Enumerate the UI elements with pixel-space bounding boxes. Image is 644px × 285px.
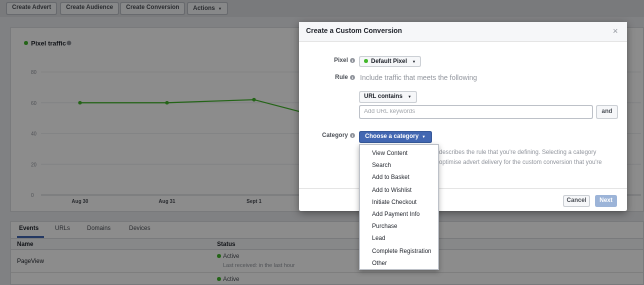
category-help-text: describes the rule that you're defining.…	[439, 148, 619, 168]
menu-item-add-payment-info[interactable]: Add Payment Info	[360, 209, 438, 221]
menu-item-search[interactable]: Search	[360, 160, 438, 172]
rule-description: Include traffic that meets the following	[360, 75, 477, 82]
chevron-down-icon: ▼	[412, 59, 416, 64]
info-icon: i	[350, 133, 355, 138]
pixel-select-value: Default Pixel	[371, 59, 408, 65]
category-menu: View Content Search Add to Basket Add to…	[359, 144, 439, 270]
choose-category-label: Choose a category	[365, 134, 419, 140]
menu-item-lead[interactable]: Lead	[360, 233, 438, 245]
url-rule-select-value: URL contains	[364, 94, 403, 100]
and-button[interactable]: and	[596, 105, 618, 119]
category-label-text: Category	[321, 133, 348, 139]
pixel-select[interactable]: Default Pixel ▼	[359, 56, 421, 67]
cancel-button[interactable]: Cancel	[563, 195, 590, 207]
pixel-label: Pixel i	[319, 58, 355, 64]
chevron-down-icon: ▼	[421, 134, 426, 139]
url-keywords-field[interactable]	[359, 105, 593, 119]
chevron-down-icon: ▼	[407, 94, 412, 99]
pixel-status-icon	[364, 59, 368, 63]
info-icon: i	[350, 58, 355, 63]
pixel-label-text: Pixel	[333, 58, 348, 64]
rule-label-text: Rule	[334, 75, 348, 81]
url-keywords-input[interactable]	[360, 106, 592, 118]
menu-item-add-to-wishlist[interactable]: Add to Wishlist	[360, 185, 438, 197]
category-label: Category i	[309, 133, 355, 139]
menu-item-other[interactable]: Other	[360, 258, 438, 270]
url-rule-select[interactable]: URL contains ▼	[359, 91, 417, 103]
menu-item-purchase[interactable]: Purchase	[360, 221, 438, 233]
menu-item-view-content[interactable]: View Content	[360, 148, 438, 160]
help-line: describes the rule that you're defining.…	[439, 150, 597, 156]
choose-category-button[interactable]: Choose a category ▼	[359, 131, 432, 143]
create-custom-conversion-dialog: Create a Custom Conversion × Pixel i Defa…	[299, 22, 627, 211]
info-icon: i	[350, 75, 355, 80]
menu-item-add-to-basket[interactable]: Add to Basket	[360, 172, 438, 184]
dialog-title: Create a Custom Conversion	[306, 28, 403, 35]
menu-item-initiate-checkout[interactable]: Initiate Checkout	[360, 197, 438, 209]
next-button[interactable]: Next	[595, 195, 617, 207]
rule-label: Rule i	[319, 75, 355, 81]
dialog-header: Create a Custom Conversion ×	[299, 22, 627, 42]
dialog-footer: Cancel Next	[299, 188, 627, 211]
menu-item-complete-registration[interactable]: Complete Registration	[360, 246, 438, 258]
close-icon[interactable]: ×	[613, 26, 618, 36]
help-line: optimise advert delivery for the custom …	[439, 160, 602, 166]
